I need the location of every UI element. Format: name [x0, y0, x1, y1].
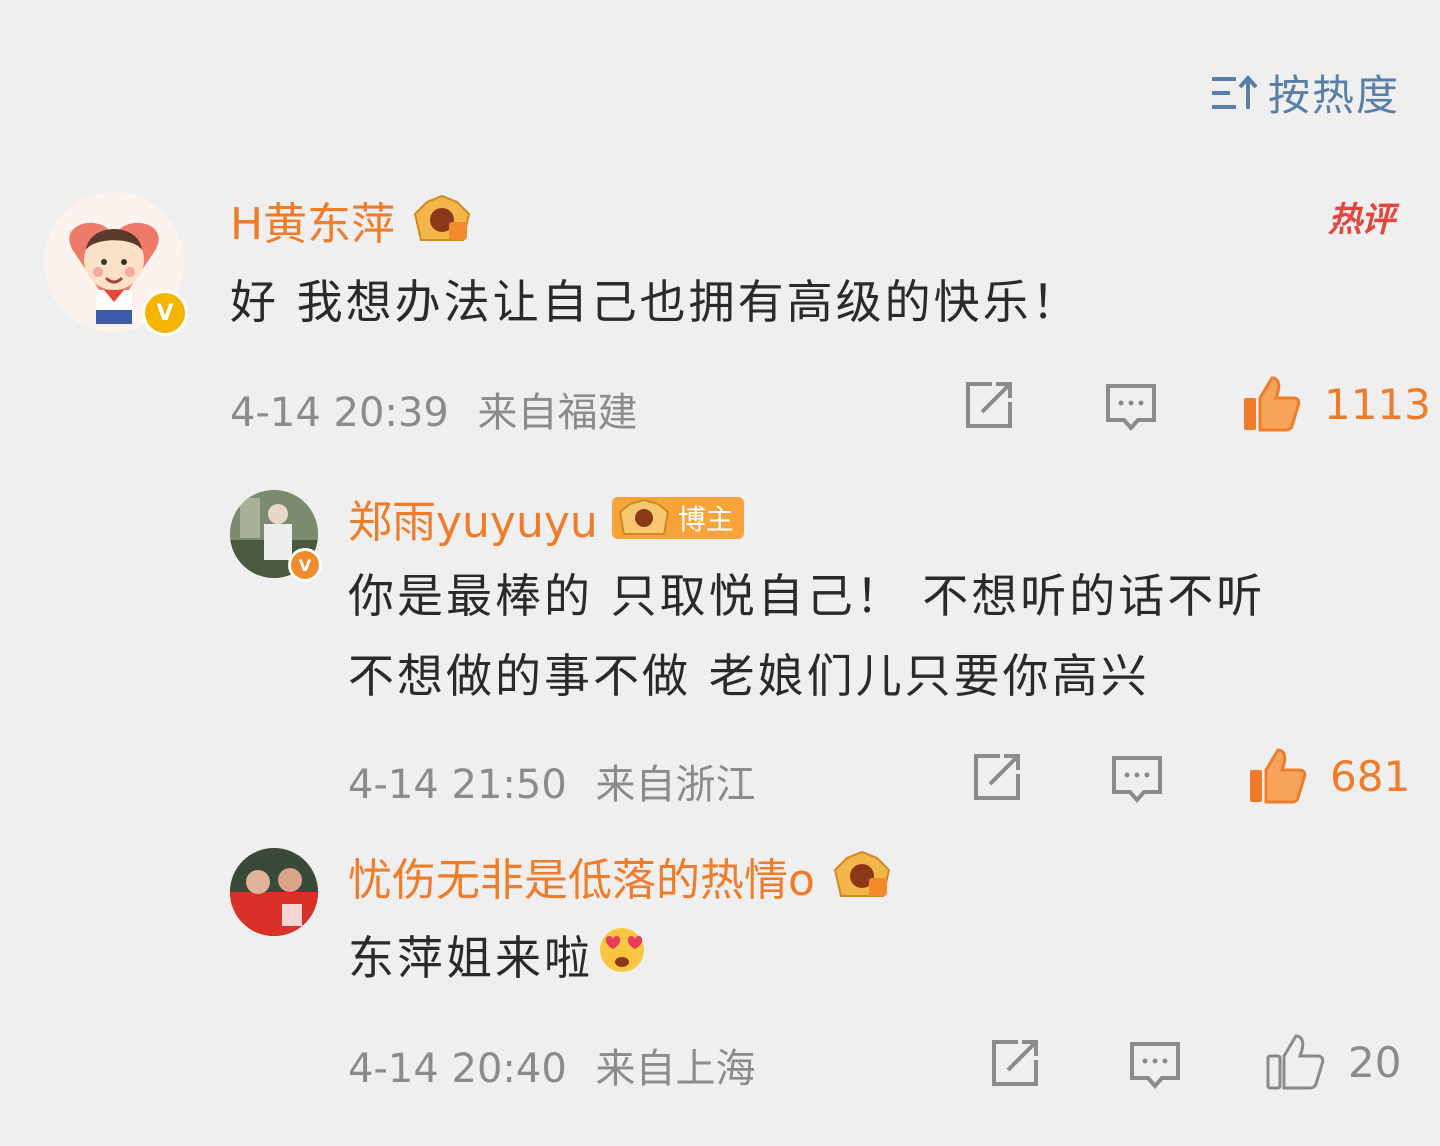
share-icon[interactable]: [988, 1036, 1042, 1090]
comment-meta: 4-14 21:50 来自浙江: [348, 752, 756, 810]
comment-text-line: 不想做的事不做 老娘们儿只要你高兴: [348, 649, 1150, 703]
sort-label: 按热度: [1267, 71, 1400, 120]
comment-text: 东萍姐来啦: [348, 918, 647, 998]
like-count: 20: [1348, 1037, 1402, 1087]
comment-username[interactable]: 郑雨yuyuyu: [348, 486, 598, 550]
author-badge-label: 博主: [677, 503, 734, 536]
comment-time: 4-14 20:40: [348, 1046, 567, 1092]
verified-badge-icon: V: [142, 290, 188, 336]
comment-username[interactable]: H黄东萍: [230, 188, 395, 252]
comment-icon[interactable]: [1110, 752, 1164, 806]
avatar[interactable]: [230, 848, 318, 936]
avatar[interactable]: V: [230, 490, 322, 582]
author-badge: 博主: [611, 497, 744, 539]
comment-location: 来自上海: [595, 1046, 756, 1092]
share-icon[interactable]: [962, 378, 1016, 432]
like-count: 681: [1330, 751, 1411, 801]
comment-text-line: 你是最棒的 只取悦自己！ 不想听的话不听: [348, 569, 1266, 623]
crown-level-icon: [409, 192, 475, 248]
comment-time: 4-14 21:50: [348, 762, 567, 808]
verified-badge-icon: V: [288, 548, 322, 582]
like-count: 1113: [1324, 379, 1431, 429]
sort-by-hot-button[interactable]: 按热度: [1210, 62, 1400, 123]
comment-location: 来自浙江: [595, 762, 756, 808]
comment-icon[interactable]: [1104, 380, 1158, 434]
sort-up-icon: [1210, 73, 1258, 113]
hot-comment-tag: 热评: [1328, 200, 1395, 240]
like-icon[interactable]: [1264, 1032, 1326, 1092]
share-icon[interactable]: [970, 750, 1024, 804]
comment-location: 来自福建: [477, 390, 638, 436]
like-icon[interactable]: [1246, 746, 1308, 806]
comment-username[interactable]: 忧伤无非是低落的热情o: [348, 844, 815, 908]
crown-level-icon: [829, 848, 895, 904]
crown-level-icon: [618, 498, 669, 535]
comment-text: 你是最棒的 只取悦自己！ 不想听的话不听 不想做的事不做 老娘们儿只要你高兴: [348, 556, 1265, 716]
comment-meta: 4-14 20:39 来自福建: [230, 380, 638, 438]
heart-eyes-emoji-icon: [597, 918, 647, 998]
comment-text-body: 东萍姐来啦: [348, 931, 593, 985]
comment-time: 4-14 20:39: [230, 390, 449, 436]
like-icon[interactable]: [1240, 374, 1302, 434]
comment-icon[interactable]: [1128, 1038, 1182, 1092]
comment-text: 好 我想办法让自己也拥有高级的快乐！: [230, 275, 1081, 329]
avatar[interactable]: V: [44, 192, 188, 336]
comment-meta: 4-14 20:40 来自上海: [348, 1036, 756, 1094]
